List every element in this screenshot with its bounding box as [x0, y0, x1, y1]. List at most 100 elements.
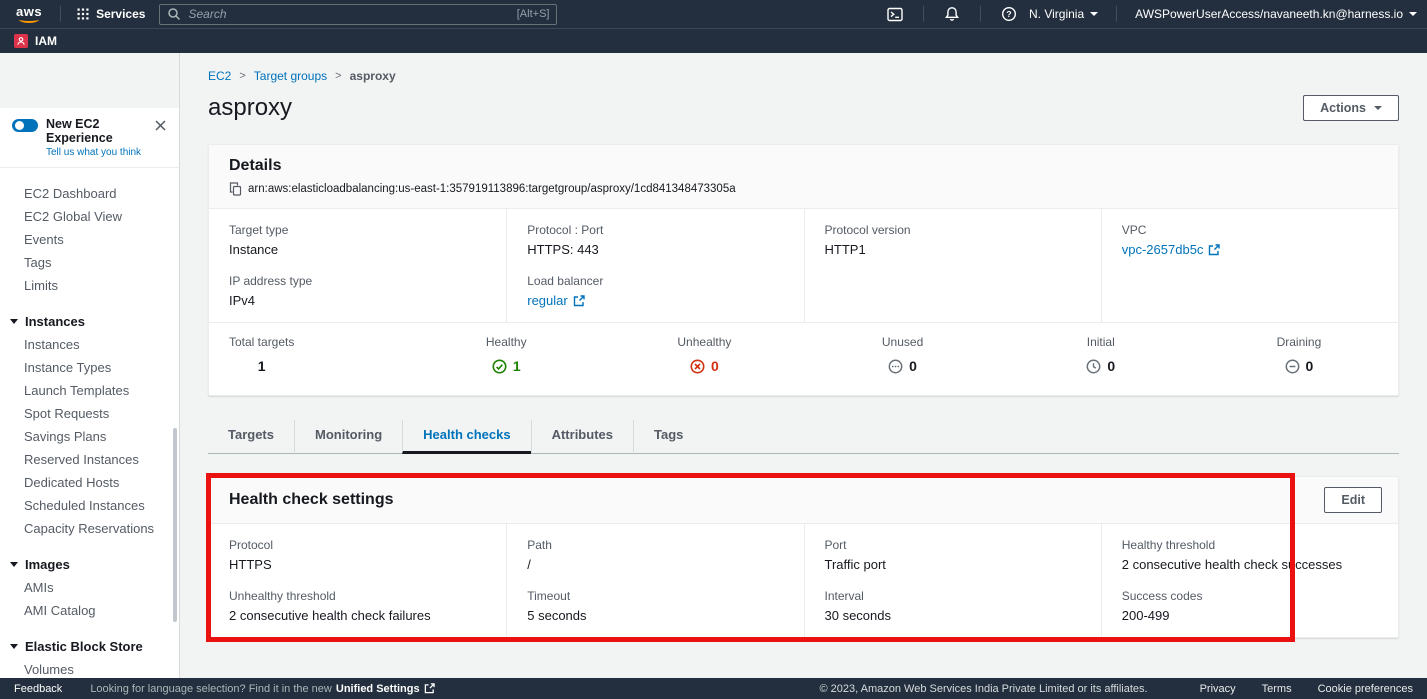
status-value: 0	[1306, 358, 1314, 374]
details-fields: Target type Instance IP address type IPv…	[209, 209, 1398, 322]
search-input[interactable]	[159, 4, 557, 25]
section-caret-icon	[10, 319, 18, 324]
top-navigation-bar: aws Services [Alt+S]	[0, 0, 1427, 28]
feedback-link[interactable]: Feedback	[14, 683, 62, 695]
field-value: 2 consecutive health check successes	[1122, 557, 1378, 572]
iam-icon	[14, 34, 28, 48]
cloudshell-button[interactable]	[885, 5, 905, 24]
sidebar-section-instances[interactable]: Instances	[0, 310, 179, 333]
divider	[980, 6, 981, 22]
sidebar-item-volumes[interactable]: Volumes	[0, 658, 179, 678]
search-shortcut-hint: [Alt+S]	[517, 8, 550, 20]
sidebar-item-events[interactable]: Events	[0, 228, 179, 251]
sidebar-item-amis[interactable]: AMIs	[0, 576, 179, 599]
actions-button[interactable]: Actions	[1303, 95, 1399, 121]
status-label: Unhealthy	[605, 335, 803, 349]
sidebar-item-ami-catalog[interactable]: AMI Catalog	[0, 599, 179, 622]
clock-icon	[1086, 359, 1101, 374]
new-ec2-experience-panel: New EC2 Experience Tell us what you thin…	[0, 108, 179, 168]
breadcrumb-target-groups[interactable]: Target groups	[254, 69, 327, 83]
unified-settings-link[interactable]: Unified Settings	[336, 683, 435, 695]
cookie-preferences-link[interactable]: Cookie preferences	[1318, 683, 1413, 695]
copy-icon	[229, 182, 242, 196]
field-value: 2 consecutive health check failures	[229, 608, 486, 623]
tab-targets[interactable]: Targets	[208, 420, 294, 454]
help-button[interactable]: ?	[999, 4, 1019, 24]
aws-console: aws Services [Alt+S]	[0, 0, 1427, 699]
top-nav-right: ? N. Virginia AWSPowerUserAccess/navanee…	[885, 4, 1417, 24]
tab-tags[interactable]: Tags	[633, 420, 703, 454]
health-check-title: Health check settings	[229, 491, 394, 509]
tab-health-checks[interactable]: Health checks	[402, 420, 530, 454]
sidebar-item-tags[interactable]: Tags	[0, 251, 179, 274]
sidebar-item-limits[interactable]: Limits	[0, 274, 179, 297]
sidebar-item-ec2-dashboard[interactable]: EC2 Dashboard	[0, 182, 179, 205]
edit-button[interactable]: Edit	[1324, 487, 1382, 513]
sidebar-item-instance-types[interactable]: Instance Types	[0, 356, 179, 379]
edit-label: Edit	[1341, 493, 1365, 507]
field-label: Healthy threshold	[1122, 538, 1378, 552]
load-balancer-link[interactable]: regular	[527, 293, 584, 308]
sidebar-item-spot-requests[interactable]: Spot Requests	[0, 402, 179, 425]
sidebar-item-ec2-global-view[interactable]: EC2 Global View	[0, 205, 179, 228]
minus-circle-icon	[1285, 359, 1300, 374]
field-label: Port	[825, 538, 1081, 552]
external-link-icon	[424, 683, 435, 694]
footer: Feedback Looking for language selection?…	[0, 678, 1427, 699]
section-title: Elastic Block Store	[25, 640, 143, 653]
aws-logo-text: aws	[16, 6, 42, 17]
status-value: 1	[258, 358, 266, 374]
divider	[923, 6, 924, 22]
experience-title: New EC2 Experience	[46, 117, 144, 145]
tab-attributes[interactable]: Attributes	[531, 420, 633, 454]
aws-logo[interactable]: aws	[16, 6, 42, 23]
svg-text:?: ?	[1006, 9, 1011, 19]
sidebar: New EC2 Experience Tell us what you thin…	[0, 53, 180, 678]
region-selector[interactable]: N. Virginia	[1029, 7, 1098, 21]
health-check-fields: Protocol HTTPS Unhealthy threshold 2 con…	[209, 524, 1398, 637]
sidebar-section-images[interactable]: Images	[0, 553, 179, 576]
services-menu-button[interactable]: Services	[69, 0, 153, 28]
section-title: Instances	[25, 315, 85, 328]
tab-monitoring[interactable]: Monitoring	[294, 420, 402, 454]
arn-text: arn:aws:elasticloadbalancing:us-east-1:3…	[248, 183, 736, 195]
field-label: Interval	[825, 589, 1081, 603]
field-value: HTTPS	[229, 557, 486, 572]
sidebar-item-reserved-instances[interactable]: Reserved Instances	[0, 448, 179, 471]
services-label: Services	[96, 7, 145, 21]
breadcrumb-separator-icon: >	[335, 70, 341, 82]
status-label: Healthy	[407, 335, 605, 349]
privacy-link[interactable]: Privacy	[1200, 683, 1236, 695]
account-menu[interactable]: AWSPowerUserAccess/navaneeth.kn@harness.…	[1135, 7, 1417, 21]
sidebar-item-scheduled-instances[interactable]: Scheduled Instances	[0, 494, 179, 517]
field-label: Load balancer	[527, 274, 783, 288]
sidebar-item-instances[interactable]: Instances	[0, 333, 179, 356]
sidebar-item-capacity-reservations[interactable]: Capacity Reservations	[0, 517, 179, 540]
section-caret-icon	[10, 644, 18, 649]
terms-link[interactable]: Terms	[1262, 683, 1292, 695]
notifications-bell-icon	[944, 6, 960, 22]
help-icon: ?	[1001, 6, 1017, 22]
sidebar-item-launch-templates[interactable]: Launch Templates	[0, 379, 179, 402]
health-check-settings-card: Health check settings Edit Protocol HTTP…	[208, 476, 1399, 638]
sidebar-scrollbar[interactable]	[173, 428, 177, 622]
unhealthy-cell: Unhealthy 0	[605, 335, 803, 379]
favorite-service-iam[interactable]: IAM	[14, 34, 57, 48]
breadcrumb-current: asproxy	[350, 69, 396, 83]
field-value: Traffic port	[825, 557, 1081, 572]
new-ec2-experience-toggle[interactable]	[12, 119, 38, 132]
sidebar-section-elastic-block-store[interactable]: Elastic Block Store	[0, 635, 179, 658]
vpc-link[interactable]: vpc-2657db5c	[1122, 242, 1221, 257]
sidebar-item-savings-plans[interactable]: Savings Plans	[0, 425, 179, 448]
section-title: Images	[25, 558, 70, 571]
sidebar-item-dedicated-hosts[interactable]: Dedicated Hosts	[0, 471, 179, 494]
field-value: 5 seconds	[527, 608, 783, 623]
copy-arn-button[interactable]	[229, 182, 242, 196]
experience-feedback-link[interactable]: Tell us what you think	[46, 147, 144, 158]
notifications-button[interactable]	[942, 4, 962, 24]
services-grid-icon	[77, 8, 89, 20]
field-label: Timeout	[527, 589, 783, 603]
close-icon[interactable]	[152, 117, 169, 134]
breadcrumb-ec2[interactable]: EC2	[208, 69, 231, 83]
link-text: Unified Settings	[336, 683, 420, 695]
